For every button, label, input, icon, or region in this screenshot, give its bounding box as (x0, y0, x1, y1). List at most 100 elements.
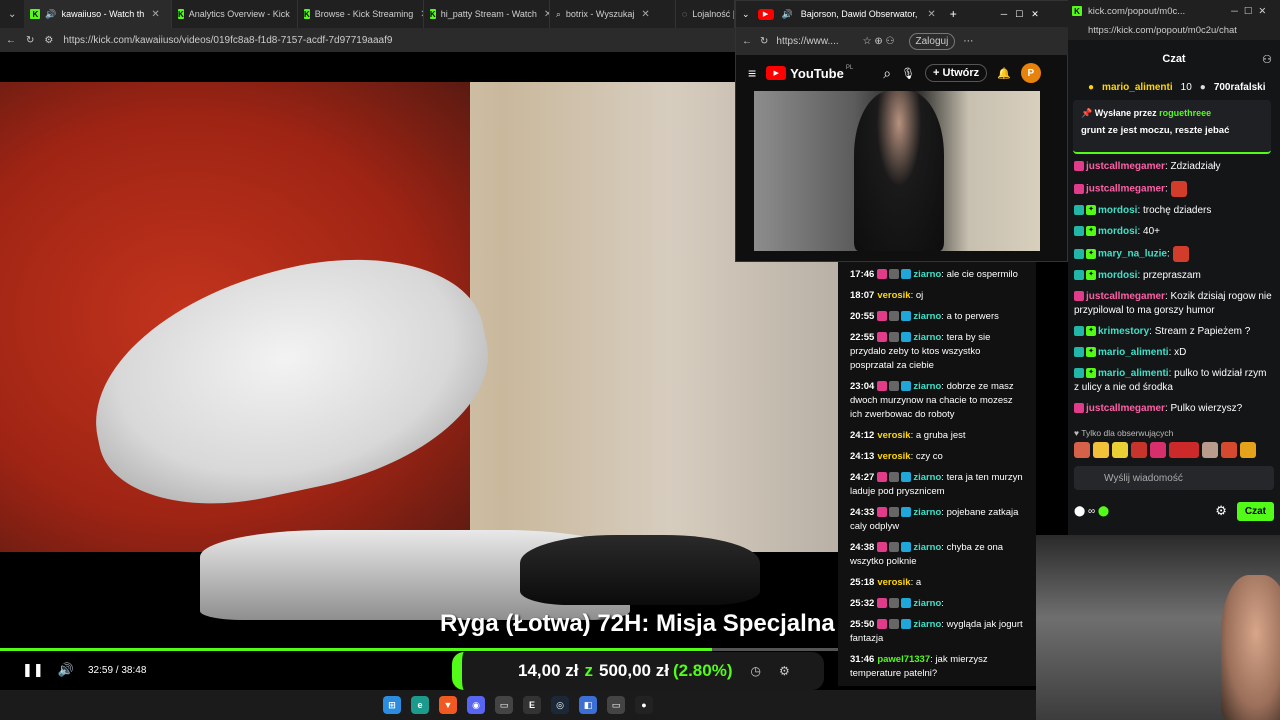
site-info-icon[interactable]: ⚙ (44, 35, 53, 46)
youtube-logo-text[interactable]: YouTube (790, 66, 844, 81)
message-user[interactable]: verosik (877, 290, 910, 301)
emote[interactable] (1074, 442, 1090, 458)
emote[interactable] (1093, 442, 1109, 458)
edge-icon[interactable]: e (411, 696, 429, 714)
message-user[interactable]: ziarno (913, 542, 941, 553)
message-user[interactable]: verosik (877, 430, 910, 441)
message-user[interactable]: mario_alimenti (1098, 347, 1169, 358)
create-button[interactable]: + Utwórz (925, 64, 988, 82)
bell-icon[interactable]: 🔔 (997, 67, 1011, 80)
hamburger-icon[interactable]: ≡ (748, 65, 756, 81)
new-tab-icon[interactable]: + (950, 7, 957, 21)
youtube-tab-label[interactable]: Bajorson, Dawid Obserwator, (801, 9, 918, 19)
maximize-icon[interactable]: ☐ (1244, 6, 1253, 17)
pause-icon[interactable]: ❚❚ (22, 662, 44, 678)
chat-message: ✦ krimestory: Stream z Papieżem ? (1074, 325, 1274, 339)
message-text: trochę dziaders (1143, 205, 1212, 216)
sub-badge-icon (877, 542, 888, 553)
message-user[interactable]: verosik (877, 577, 910, 588)
back-icon[interactable]: ← (742, 36, 752, 47)
brave-icon[interactable]: ▼ (439, 696, 457, 714)
login-button[interactable]: Zaloguj (908, 32, 956, 50)
gifter-name[interactable]: mario_alimenti (1102, 82, 1173, 93)
message-user[interactable]: justcallmegamer (1086, 291, 1165, 302)
mic-icon[interactable]: 🎙 (901, 67, 915, 80)
message-user[interactable]: krimestory (1098, 326, 1149, 337)
reload-icon[interactable]: ↻ (760, 36, 768, 47)
emote[interactable] (1131, 442, 1147, 458)
close-icon[interactable]: ✕ (641, 9, 649, 20)
emote[interactable] (1202, 442, 1218, 458)
tab-0[interactable]: K 🔊 kawaiiuso - Watch th ✕ (24, 0, 172, 28)
youtube-logo-icon[interactable]: ▶ (766, 66, 787, 80)
message-user[interactable]: justcallmegamer (1086, 184, 1165, 195)
users-icon[interactable]: ⚇ (1262, 53, 1272, 66)
tab-4[interactable]: ⌕ botrix - Wyszukaj ✕ (550, 0, 676, 28)
extensions-icon[interactable]: ☆ ⊕ ⚇ (863, 36, 895, 47)
message-user[interactable]: ziarno (913, 507, 941, 518)
tab-list-icon[interactable]: ⌄ (0, 9, 24, 20)
pinned-user[interactable]: roguethreee (1159, 108, 1211, 118)
menu-icon[interactable]: ⋯ (963, 36, 973, 47)
volume-icon[interactable]: 🔊 (58, 662, 74, 678)
back-icon[interactable]: ← (6, 35, 16, 46)
close-window-icon[interactable]: ✕ (1258, 6, 1266, 17)
chat-message: 25:32 ziarno: (850, 598, 944, 609)
message-user[interactable]: mario_alimenti (1098, 368, 1169, 379)
avatar[interactable]: P (1020, 63, 1041, 83)
steam-icon[interactable]: ◎ (551, 696, 569, 714)
message-user[interactable]: ziarno (913, 381, 941, 392)
seek-bar[interactable] (0, 648, 838, 651)
settings-icon[interactable]: ⚙ (1215, 503, 1227, 519)
close-icon[interactable]: ✕ (151, 9, 159, 20)
youtube-video[interactable] (754, 91, 1040, 251)
send-message-input[interactable]: Wyślij wiadomość (1074, 466, 1274, 490)
obs-icon[interactable]: ● (635, 696, 653, 714)
settings-icon[interactable]: ⚙ (779, 664, 790, 678)
message-user[interactable]: mary_na_luzie (1098, 249, 1167, 260)
points-icon[interactable]: ⬤ ∞ ⬤ (1074, 506, 1109, 517)
message-user[interactable]: mordosi (1098, 270, 1137, 281)
message-user[interactable]: ziarno (913, 269, 941, 280)
app-icon[interactable]: ▭ (495, 696, 513, 714)
tab-1[interactable]: K Analytics Overview - Kick ✕ (172, 0, 298, 28)
message-user[interactable]: mordosi (1098, 205, 1137, 216)
tab-2[interactable]: K Browse - Kick Streaming ✕ (298, 0, 424, 28)
close-icon[interactable]: ✕ (927, 9, 935, 20)
message-user[interactable]: ziarno (913, 472, 941, 483)
discord-icon[interactable]: ◉ (467, 696, 485, 714)
emote[interactable] (1240, 442, 1256, 458)
url-field[interactable]: https://kick.com/kawaiiuso/videos/019fc8… (63, 35, 392, 46)
chat-send-button[interactable]: Czat (1236, 501, 1274, 521)
tab-5[interactable]: ◌ Lojalność | N (676, 0, 736, 28)
windows-start-icon[interactable]: ⊞ (383, 696, 401, 714)
minimize-icon[interactable]: ─ (1231, 6, 1238, 17)
tab-list-icon[interactable]: ⌄ (742, 9, 750, 20)
gifter-name[interactable]: 700rafalski (1214, 82, 1266, 93)
maximize-icon[interactable]: ☐ (1015, 9, 1023, 20)
url-field[interactable]: https://www.... (776, 36, 838, 47)
close-window-icon[interactable]: ✕ (1031, 9, 1039, 20)
message-user[interactable]: ziarno (913, 311, 941, 322)
message-user[interactable]: ziarno (913, 332, 941, 343)
emote[interactable] (1112, 442, 1128, 458)
reload-icon[interactable]: ↻ (26, 35, 34, 46)
app-icon[interactable]: ◧ (579, 696, 597, 714)
minimize-icon[interactable]: ─ (1001, 9, 1007, 19)
tab-3[interactable]: K hi_patty Stream - Watch ✕ (424, 0, 550, 28)
emote[interactable] (1221, 442, 1237, 458)
popout-url[interactable]: https://kick.com/popout/m0c2u/chat (1068, 22, 1280, 40)
message-user[interactable]: ziarno (913, 598, 941, 609)
message-user[interactable]: pawel71337 (877, 654, 930, 665)
epic-games-icon[interactable]: E (523, 696, 541, 714)
message-user[interactable]: ziarno (913, 619, 941, 630)
message-user[interactable]: verosik (877, 451, 910, 462)
search-icon[interactable]: ⌕ (883, 65, 891, 82)
message-user[interactable]: mordosi (1098, 226, 1137, 237)
message-user[interactable]: justcallmegamer (1086, 403, 1165, 414)
message-user[interactable]: justcallmegamer (1086, 161, 1165, 172)
emote[interactable] (1169, 442, 1199, 458)
emote[interactable] (1150, 442, 1166, 458)
app-icon[interactable]: ▭ (607, 696, 625, 714)
speed-icon[interactable]: ◷ (750, 664, 760, 678)
